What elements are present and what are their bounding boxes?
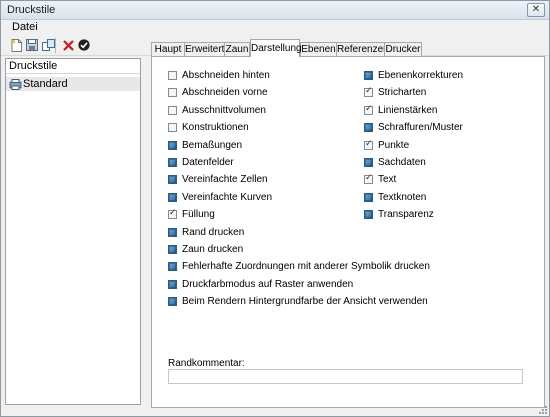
checkbox-vereinfachte-zellen[interactable]: Vereinfachte Zellen: [168, 173, 268, 186]
checkbox-box[interactable]: [168, 158, 177, 167]
checkbox-label: Text: [378, 174, 397, 186]
print-styles-list: Druckstile Standard: [5, 58, 141, 405]
checkbox-box[interactable]: [168, 123, 177, 133]
menu-datei[interactable]: Datei: [12, 21, 38, 33]
list-item-standard[interactable]: Standard: [6, 77, 140, 91]
list-item-label: Standard: [23, 78, 68, 90]
druckstile-window: Druckstile ✕ Datei Druckstile Standard H…: [0, 0, 550, 417]
checkbox-label: Konstruktionen: [182, 122, 249, 134]
checkbox-box[interactable]: [168, 297, 177, 307]
checkbox-box[interactable]: [364, 71, 373, 80]
checkbox-label: Ausschnittvolumen: [182, 104, 266, 116]
checkbox-abschneiden-vorne[interactable]: Abschneiden vorne: [168, 86, 268, 99]
checkbox-abschneiden-hinten[interactable]: Abschneiden hinten: [168, 69, 270, 82]
checkbox-box[interactable]: [168, 105, 177, 115]
checkbox-label: Abschneiden vorne: [182, 87, 268, 99]
checkbox-label: Schraffuren/Muster: [378, 122, 463, 134]
checkbox-box[interactable]: [364, 104, 373, 115]
checkbox-box[interactable]: [168, 262, 177, 272]
checkbox-label: Bemaßungen: [182, 139, 243, 151]
checkbox-label: Linienstärken: [378, 104, 438, 116]
checkbox-label: Transparenz: [378, 209, 434, 221]
title-bar: Druckstile ✕: [1, 1, 549, 20]
comment-field[interactable]: [168, 369, 523, 384]
checkbox-label: Textknoten: [378, 191, 427, 203]
checkbox-label: Vereinfachte Zellen: [182, 174, 268, 186]
checkbox-linienstaerken[interactable]: Linienstärken: [364, 104, 437, 117]
checkbox-box[interactable]: [168, 88, 177, 98]
checkbox-box[interactable]: [364, 123, 373, 133]
resize-grip[interactable]: [537, 404, 547, 414]
checkbox-vereinfachte-kurven[interactable]: Vereinfachte Kurven: [168, 191, 272, 204]
checkbox-label: Druckfarbmodus auf Raster anwenden: [182, 278, 354, 290]
darstellung-panel: Abschneiden hinten Abschneiden vorne Aussc…: [151, 56, 545, 408]
menu-bar: Datei: [1, 20, 549, 35]
checkbox-bemassungen[interactable]: Bemaßungen: [168, 139, 242, 152]
tab-erweitert[interactable]: Erweitert: [184, 42, 225, 57]
checkbox-datenfelder[interactable]: Datenfelder: [168, 156, 234, 169]
checkbox-box[interactable]: [364, 173, 373, 185]
checkbox-box[interactable]: [364, 139, 373, 150]
checkbox-zaun-drucken[interactable]: Zaun drucken: [168, 243, 243, 256]
checkbox-label: Rand drucken: [182, 226, 245, 238]
save-icon[interactable]: [25, 38, 39, 52]
checkbox-fehlerhafte-zuordnungen-mit-anderer-symbolik-drucken[interactable]: Fehlerhafte Zuordnungen mit anderer Symb…: [168, 260, 430, 273]
checkbox-rand-drucken[interactable]: Rand drucken: [168, 226, 244, 239]
tab-referenzen[interactable]: Referenzen: [336, 42, 389, 57]
toolbar-separator: [55, 38, 56, 53]
checkbox-label: Zaun drucken: [182, 244, 244, 255]
comment-label: Randkommentar:: [168, 358, 245, 369]
tab-darstellung[interactable]: Darstellung: [250, 39, 302, 57]
checkbox-box[interactable]: [364, 210, 373, 220]
checkbox-label: Ebenenkorrekturen: [378, 70, 464, 81]
window-title: Druckstile: [7, 4, 56, 16]
checkbox-label: Datenfelder: [182, 157, 234, 168]
checkbox-fuellung[interactable]: Füllung: [168, 208, 215, 221]
checkbox-box[interactable]: [168, 175, 177, 185]
tab-haupt[interactable]: Haupt: [151, 42, 185, 57]
apply-icon[interactable]: [77, 38, 91, 52]
checkbox-box[interactable]: [364, 192, 373, 202]
checkbox-transparenz[interactable]: Transparenz: [364, 208, 434, 221]
checkbox-druckfarbmodus-auf-raster-anwenden[interactable]: Druckfarbmodus auf Raster anwenden: [168, 278, 353, 291]
checkbox-label: Abschneiden hinten: [182, 70, 270, 81]
checkbox-box[interactable]: [168, 208, 177, 220]
checkbox-sachdaten[interactable]: Sachdaten: [364, 156, 426, 169]
checkbox-box[interactable]: [364, 158, 373, 167]
close-button[interactable]: ✕: [527, 3, 545, 17]
checkbox-beim-rendern-hintergrundfarbe-der-ansicht-verwenden[interactable]: Beim Rendern Hintergrundfarbe der Ansich…: [168, 295, 428, 308]
checkbox-box[interactable]: [168, 140, 177, 150]
checkbox-box[interactable]: [168, 192, 177, 202]
checkbox-box[interactable]: [168, 279, 177, 289]
checkbox-ausschnittvolumen[interactable]: Ausschnittvolumen: [168, 104, 266, 117]
checkbox-label: Vereinfachte Kurven: [182, 191, 273, 203]
checkbox-text[interactable]: Text: [364, 173, 396, 186]
tab-drucker[interactable]: Drucker: [384, 42, 422, 57]
checkbox-schraffuren-muster[interactable]: Schraffuren/Muster: [364, 121, 463, 134]
checkbox-box[interactable]: [168, 227, 177, 237]
checkbox-label: Punkte: [378, 139, 410, 151]
checkbox-box[interactable]: [364, 86, 373, 98]
checkbox-label: Fehlerhafte Zuordnungen mit anderer Symb…: [182, 261, 430, 273]
new-icon[interactable]: [10, 38, 24, 52]
checkbox-textknoten[interactable]: Textknoten: [364, 191, 426, 204]
tab-ebenen[interactable]: Ebenen: [300, 42, 337, 57]
checkbox-label: Sachdaten: [378, 157, 426, 168]
checkbox-punkte[interactable]: Punkte: [364, 139, 409, 152]
copy-icon[interactable]: [41, 38, 55, 52]
checkbox-box[interactable]: [168, 245, 177, 254]
checkbox-stricharten[interactable]: Stricharten: [364, 86, 426, 99]
checkbox-label: Stricharten: [378, 87, 427, 99]
list-header: Druckstile: [6, 59, 140, 74]
checkbox-ebenenkorrekturen[interactable]: Ebenenkorrekturen: [364, 69, 463, 82]
checkbox-box[interactable]: [168, 71, 177, 80]
checkbox-konstruktionen[interactable]: Konstruktionen: [168, 121, 249, 134]
checkbox-label: Füllung: [182, 209, 215, 221]
delete-icon[interactable]: [61, 38, 75, 52]
print-style-icon: [9, 78, 22, 90]
checkbox-label: Beim Rendern Hintergrundfarbe der Ansich…: [182, 296, 428, 308]
tab-zaun[interactable]: Zaun: [224, 42, 250, 57]
